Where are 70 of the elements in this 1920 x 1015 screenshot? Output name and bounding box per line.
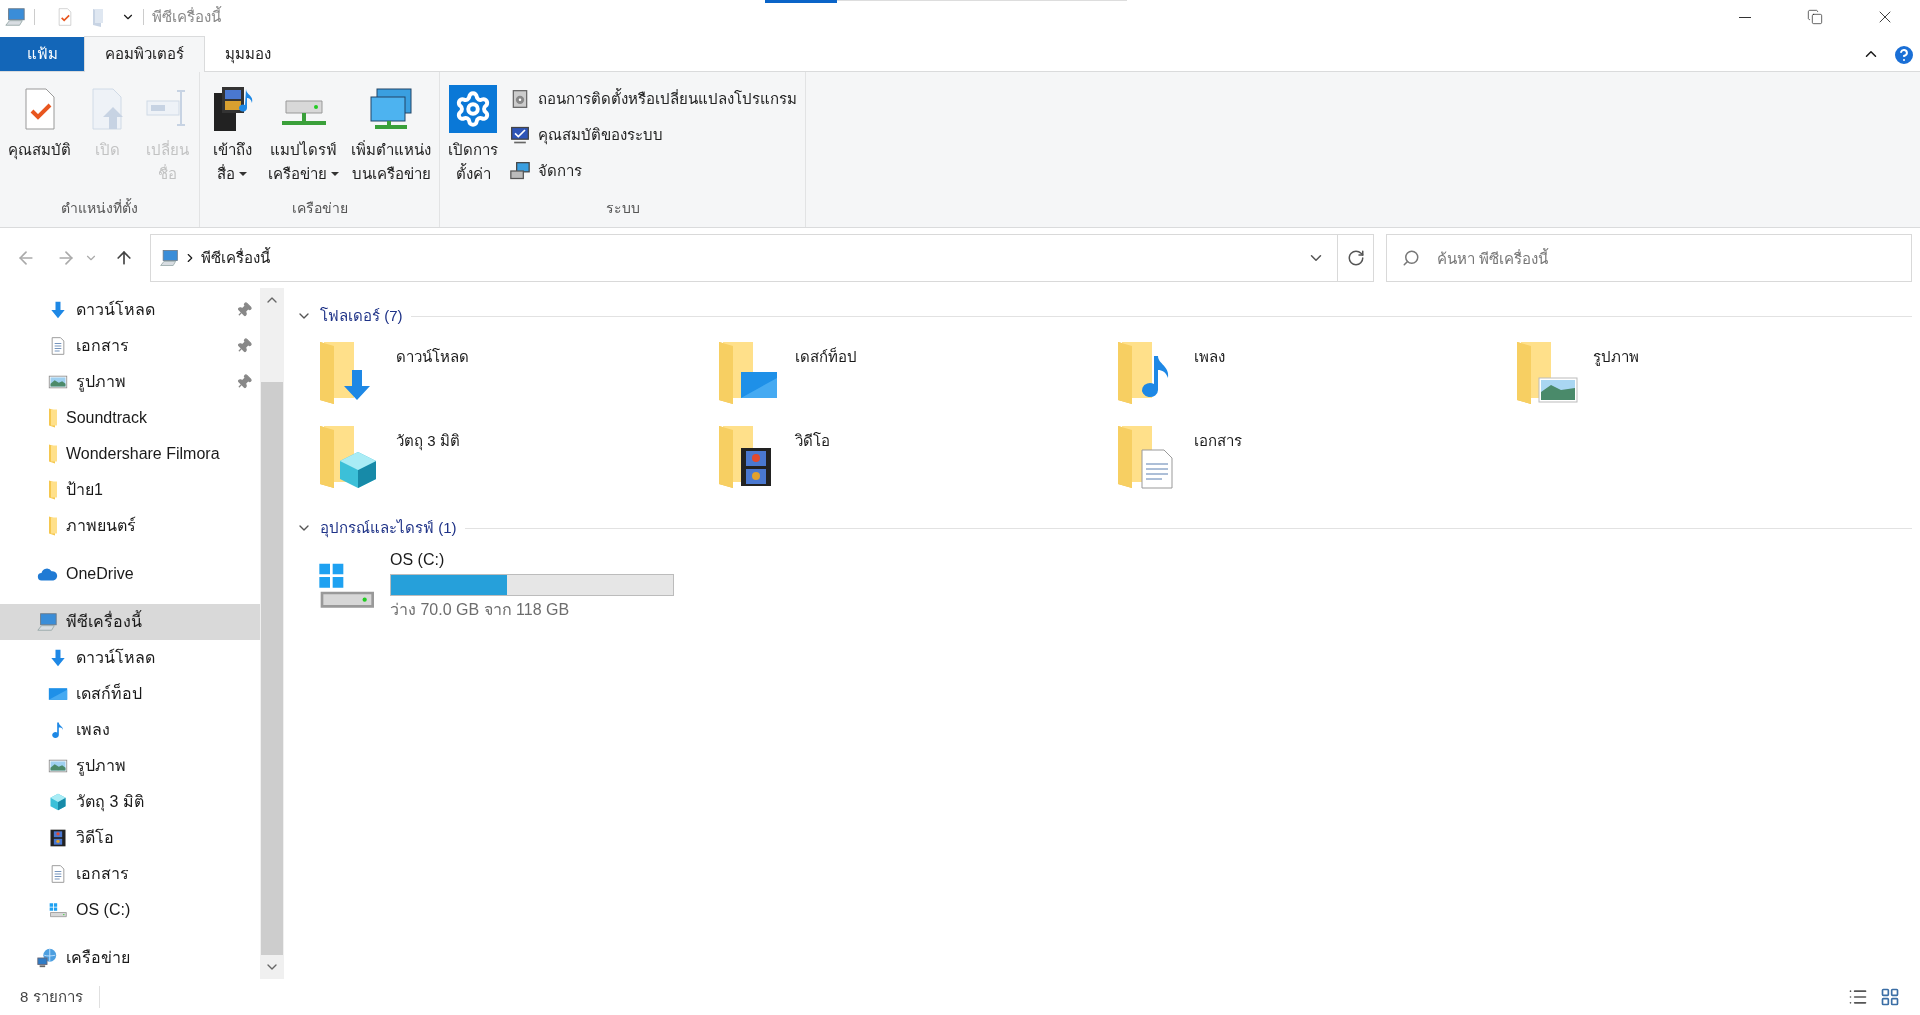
folder-tile[interactable]: วัตถุ 3 มิติ (316, 420, 715, 504)
window-title: พีซีเครื่องนี้ (152, 5, 221, 27)
nav-item[interactable]: เอกสาร (0, 856, 260, 892)
ribbon-tab[interactable]: มุมมอง (205, 36, 291, 72)
drive-icon (48, 900, 68, 920)
scrollbar[interactable] (260, 288, 284, 979)
folder-tile[interactable]: เอกสาร (1114, 420, 1513, 504)
settings-icon (449, 85, 497, 133)
item-count: 8 รายการ (20, 985, 100, 1009)
nav-item[interactable]: เพลง (0, 712, 260, 748)
ribbon-button[interactable]: เพิ่มตำแหน่ง บนเครือข่าย (347, 80, 435, 198)
pc-icon (36, 611, 58, 633)
drive-tile[interactable]: OS (C:) ว่าง 70.0 GB จาก 118 GB (314, 548, 1912, 622)
folder-icon (48, 480, 58, 500)
nav-item[interactable]: OneDrive (0, 556, 260, 592)
nav-item[interactable]: Soundtrack (0, 400, 260, 436)
tiles-view-icon[interactable] (1880, 987, 1900, 1007)
nav-item[interactable]: Wondershare Filmora (0, 436, 260, 472)
group-label: ระบบ (604, 199, 641, 218)
computer-icon (4, 6, 26, 28)
nav-item[interactable]: รูปภาพ (0, 748, 260, 784)
computer-icon (159, 248, 179, 268)
ribbon-button[interactable]: คุณสมบัติ (4, 80, 75, 198)
help-icon[interactable] (1892, 43, 1916, 67)
folder-tile[interactable]: รูปภาพ (1513, 336, 1912, 420)
network-icon (36, 947, 58, 969)
nav-item[interactable]: เดสก์ท็อป (0, 676, 260, 712)
nav-item[interactable]: รูปภาพ (0, 364, 260, 400)
search-field[interactable]: ค้นหา พีซีเครื่องนี้ (1386, 234, 1912, 282)
address-bar[interactable]: พีซีเครื่องนี้ (150, 234, 1374, 282)
folder-tile[interactable]: เดสก์ท็อป (715, 336, 1114, 420)
group-label: เครือข่าย (290, 199, 349, 218)
folder-tile[interactable]: ดาวน์โหลด (316, 336, 715, 420)
folder-icon (48, 444, 58, 464)
nav-item[interactable]: เอกสาร (0, 328, 260, 364)
nav-item[interactable]: พีซีเครื่องนี้ (0, 604, 260, 640)
folder-tile[interactable]: เพลง (1114, 336, 1513, 420)
details-view-icon[interactable] (1848, 987, 1868, 1007)
nav-item[interactable]: วิดีโอ (0, 820, 260, 856)
file-tab[interactable]: แฟ้ม (0, 37, 84, 71)
refresh-icon[interactable] (1346, 249, 1365, 267)
nav-item[interactable]: ภาพยนตร์ (0, 508, 260, 544)
computer-tools-icon (510, 161, 530, 181)
minimize-icon (1739, 16, 1751, 18)
folder-icon (48, 516, 58, 536)
objects3d-icon (48, 792, 68, 812)
nav-item[interactable]: วัตถุ 3 มิติ (0, 784, 260, 820)
nav-item[interactable]: เครือข่าย (0, 940, 260, 976)
nav-item[interactable]: ดาวน์โหลด (0, 640, 260, 676)
search-icon (1402, 249, 1420, 267)
ribbon-button[interactable]: ถอนการติดตั้งหรือเปลี่ยนแปลงโปรแกรม (506, 84, 801, 114)
nav-item[interactable]: OS (C:) (0, 892, 260, 928)
breadcrumb-item[interactable]: พีซีเครื่องนี้ (201, 246, 270, 270)
program-box-icon (510, 89, 530, 109)
ribbon-button[interactable]: คุณสมบัติของระบบ (506, 120, 801, 150)
folder-icon (48, 408, 58, 428)
video-icon (48, 828, 68, 848)
group-header[interactable]: โฟลเดอร์ (7) (320, 304, 403, 328)
ribbon-button[interactable]: แมปไดรฟ์ เครือข่าย (264, 80, 343, 198)
folder-tile[interactable]: วิดีโอ (715, 420, 1114, 504)
ribbon-tab[interactable]: คอมพิวเตอร์ (84, 36, 205, 72)
ribbon-button[interactable]: เข้าถึง สื่อ (204, 80, 260, 198)
group-label: ตำแหน่งที่ตั้ง (60, 198, 139, 218)
ribbon-button[interactable]: เปิดการ ตั้งค่า (444, 80, 502, 198)
group-header[interactable]: อุปกรณ์และไดรฟ์ (1) (320, 516, 457, 540)
nav-item[interactable]: ป้าย1 (0, 472, 260, 508)
ribbon-button[interactable]: จัดการ (506, 156, 801, 186)
nav-item[interactable]: ดาวน์โหลด (0, 292, 260, 328)
restore-icon (1807, 9, 1823, 25)
computer-check-icon (510, 125, 530, 145)
